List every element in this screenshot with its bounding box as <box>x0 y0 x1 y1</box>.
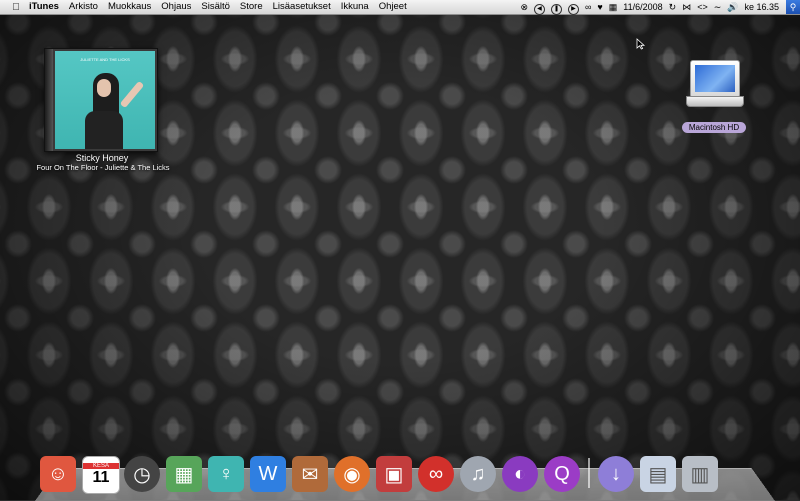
code-brackets-icon[interactable]: <> <box>694 0 711 14</box>
menu-app-name[interactable]: iTunes <box>24 0 64 14</box>
dock-item[interactable]: W <box>250 456 286 492</box>
finder-icon: ☺ <box>40 456 76 492</box>
menu-date[interactable]: 11/6/2008 <box>620 0 665 14</box>
album-track-title: Sticky Honey <box>75 153 129 163</box>
dock-item[interactable]: ↓ <box>598 456 634 492</box>
purple-globe-icon: ◐ <box>502 456 538 492</box>
document-stack-icon: ▤ <box>640 456 676 492</box>
menu-ohjeet[interactable]: Ohjeet <box>374 0 412 14</box>
heart-icon[interactable]: ♥ <box>594 0 605 14</box>
dock-item[interactable]: ◉ <box>334 456 370 492</box>
album-art-figure-arm <box>119 80 145 109</box>
lastfm-icon: ∞ <box>418 456 454 492</box>
stacks-icon: ▦ <box>166 456 202 492</box>
dock-item[interactable]: Q <box>544 456 580 492</box>
quicktime-icon: Q <box>544 456 580 492</box>
dock-item[interactable]: KESÄ 11 <box>82 456 120 494</box>
album-cover-text: JULIETTE AND THE LICKS <box>80 57 130 62</box>
dock-item[interactable]: ◷ <box>124 456 160 492</box>
calendar-day: 11 <box>92 469 110 486</box>
album-spine <box>45 49 53 151</box>
laptop-base <box>686 96 744 107</box>
menu-bar:  iTunes Arkisto Muokkaus Ohjaus Sisältö… <box>0 0 800 15</box>
calendar-icon: KESÄ 11 <box>82 456 120 494</box>
lastfm-menu-icon[interactable]: ∞ <box>582 0 594 14</box>
menu-ikkuna[interactable]: Ikkuna <box>336 0 374 14</box>
itunes-album-icon: ♀ <box>208 456 244 492</box>
dock-item[interactable]: ◐ <box>502 456 538 492</box>
dashboard-icon: ◷ <box>124 456 160 492</box>
album-art-figure-body <box>85 111 123 149</box>
trash-icon: ▥ <box>682 456 718 492</box>
dock: ☺ KESÄ 11 ◷ ▦ ♀ W ✉ ◉ ▣ ∞ ♫ ◐ Q ↓ ▤ ▥ <box>40 442 724 494</box>
dock-item[interactable]: ✉ <box>292 456 328 492</box>
pause-icon[interactable]: ❚ <box>548 0 565 15</box>
calendar-menu-icon[interactable]: ▦ <box>606 0 621 14</box>
album-cover-widget[interactable]: JULIETTE AND THE LICKS <box>44 48 158 152</box>
iphoto-icon: ▣ <box>376 456 412 492</box>
mouse-cursor-icon <box>636 38 646 50</box>
album-art: JULIETTE AND THE LICKS <box>55 51 155 149</box>
previous-track-icon[interactable]: ◀ <box>531 0 548 15</box>
dock-item[interactable]: ☺ <box>40 456 76 492</box>
close-x-icon[interactable]: ⊗ <box>517 0 531 14</box>
menu-clock[interactable]: ke 16.35 <box>741 0 782 14</box>
menu-arkisto[interactable]: Arkisto <box>64 0 103 14</box>
menu-extras: ⊗ ◀ ❚ ▶ ∞ ♥ ▦ 11/6/2008 ↻ ⋈ <> ∼ 🔊 ke 16… <box>517 0 800 15</box>
itunes-icon: ♫ <box>460 456 496 492</box>
macintosh-hd-icon[interactable] <box>686 60 744 110</box>
menu-lisaasetukset[interactable]: Lisäasetukset <box>268 0 336 14</box>
dock-item[interactable]: ▦ <box>166 456 202 492</box>
macintosh-hd-label[interactable]: Macintosh HD <box>682 122 746 133</box>
dock-separator <box>588 458 590 488</box>
photo-icon: ✉ <box>292 456 328 492</box>
downloads-icon: ↓ <box>598 456 634 492</box>
dock-item[interactable]: ▤ <box>640 456 676 492</box>
dock-item[interactable]: ♀ <box>208 456 244 492</box>
album-art-figure-face <box>97 79 111 97</box>
bluetooth-icon[interactable]: ⋈ <box>679 0 694 14</box>
dock-item[interactable]: ▥ <box>682 456 718 492</box>
time-machine-icon[interactable]: ↻ <box>666 0 680 14</box>
dock-item[interactable]: ∞ <box>418 456 454 492</box>
volume-icon[interactable]: 🔊 <box>724 0 741 14</box>
next-track-icon[interactable]: ▶ <box>565 0 582 15</box>
wifi-icon[interactable]: ∼ <box>711 0 725 14</box>
dock-item[interactable]: ♫ <box>460 456 496 492</box>
menu-muokkaus[interactable]: Muokkaus <box>103 0 156 14</box>
firefox-icon: ◉ <box>334 456 370 492</box>
menu-sisalto[interactable]: Sisältö <box>196 0 235 14</box>
dock-item[interactable]: ▣ <box>376 456 412 492</box>
menu-ohjaus[interactable]: Ohjaus <box>156 0 196 14</box>
album-track-subtitle: Four On The Floor - Juliette & The Licks <box>36 163 170 172</box>
laptop-screen <box>690 60 740 98</box>
apple-menu-icon[interactable]:  <box>8 2 24 13</box>
word-icon: W <box>250 456 286 492</box>
spotlight-search-icon[interactable]: ⚲ <box>786 0 800 14</box>
menu-store[interactable]: Store <box>235 0 268 14</box>
